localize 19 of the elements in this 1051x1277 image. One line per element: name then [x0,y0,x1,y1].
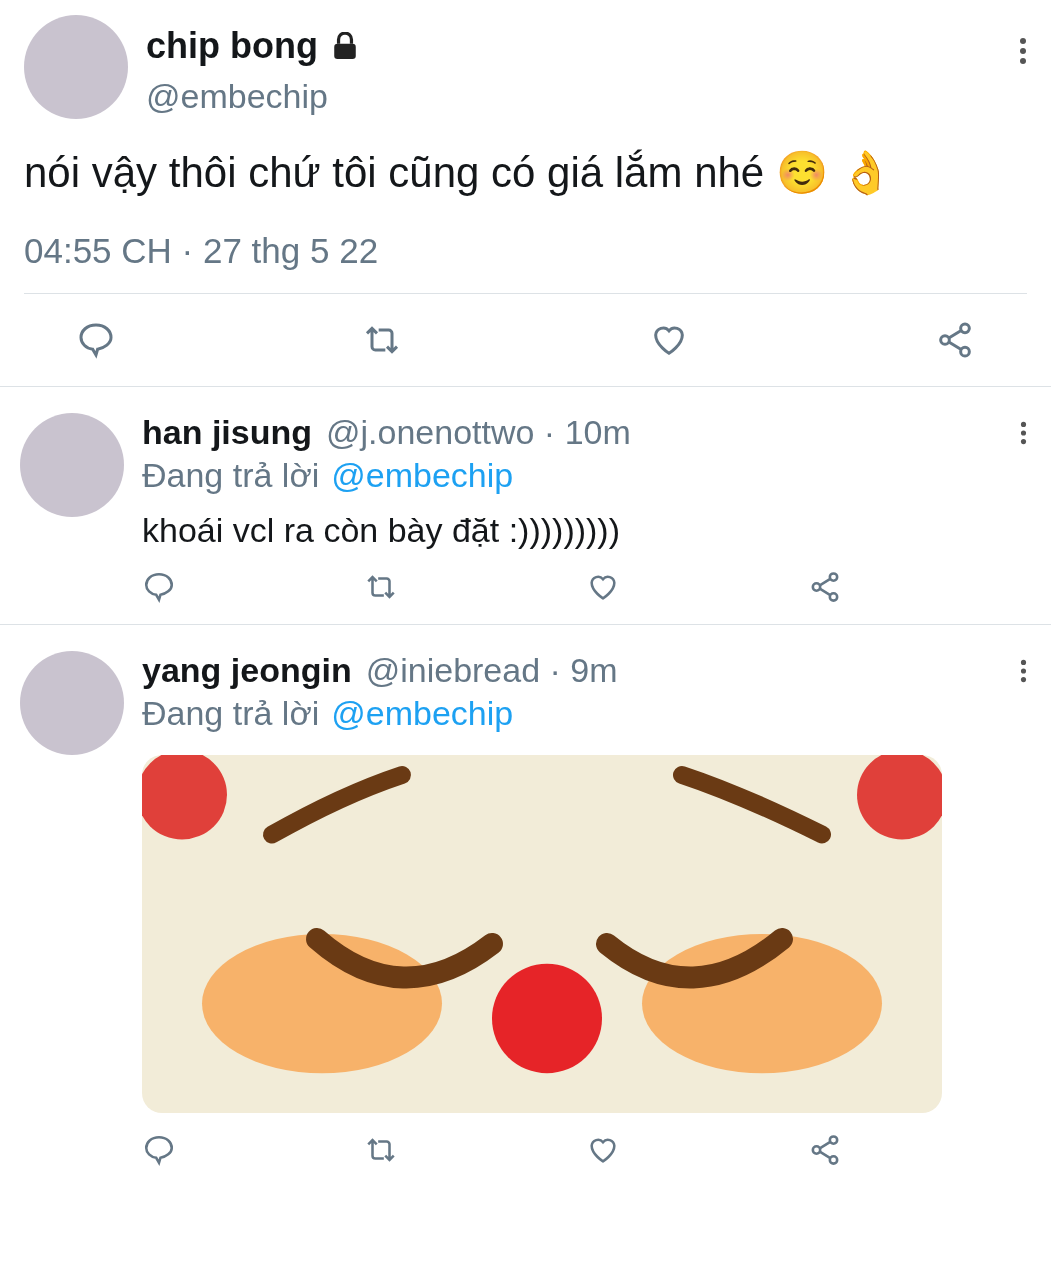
reply-icon[interactable] [142,570,176,604]
more-icon[interactable] [1020,658,1027,683]
reply-text: khoái vcl ra còn bày đặt :))))))))) [142,511,621,550]
reply-handle-time: @j.onenottwo · 10m [326,413,632,452]
emoji-face-drawing[interactable] [142,755,942,1113]
mention-link[interactable]: @embechip [331,694,514,733]
author-name: chip bong [146,25,318,67]
reply-author-name: yang jeongin [142,651,352,690]
author-handle: @embechip [146,77,329,116]
reply-handle-time: @iniebread · 9m [365,651,619,690]
more-icon[interactable] [1020,420,1027,445]
reply-author-name: han jisung [142,413,312,452]
replying-to-label: Đang trả lời [142,694,320,733]
more-icon[interactable] [1019,37,1027,65]
reply-icon[interactable] [142,1133,176,1167]
mention-link[interactable]: @embechip [331,456,514,495]
replying-to-label: Đang trả lời [142,456,320,495]
tweet-text: nói vậy thôi chứ tôi cũng có giá lắm nhé ☺ 👌 [24,148,893,198]
tweet-timestamp: 04:55 CH · 27 thg 5 22 [24,231,379,271]
